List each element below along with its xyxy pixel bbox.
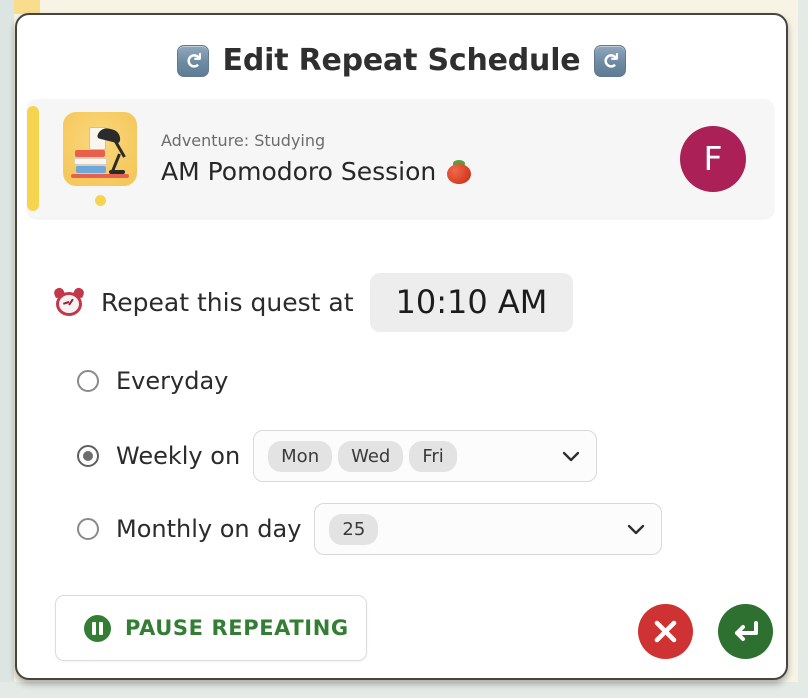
tomato-icon [446,159,472,184]
quest-adventure-label: Adventure: Studying [161,131,326,150]
page-bottom-gutter [0,682,808,698]
chevron-down-icon[interactable] [560,445,582,467]
radio-everyday[interactable] [77,370,99,392]
lamp-base-shape [109,169,125,174]
book-white-shape [74,157,107,165]
quest-status-dot [94,194,106,206]
weekly-days-select[interactable]: Mon Wed Fri [253,430,598,482]
option-row-everyday[interactable]: Everyday [77,367,228,395]
option-label-everyday: Everyday [116,367,229,395]
chip-day: Wed [338,440,404,472]
confirm-button[interactable] [718,604,773,659]
shelf-shape [71,173,129,178]
pause-circle-icon [84,614,111,642]
chip-day: Fri [409,440,457,472]
pause-repeating-label: PAUSE REPEATING [125,616,349,640]
desk-lamp-books-icon [63,111,137,186]
pause-repeating-button[interactable]: PAUSE REPEATING [55,595,367,661]
option-row-monthly[interactable]: Monthly on day 25 [77,503,663,555]
page-title: Edit Repeat Schedule [222,43,581,78]
monthly-day-chips: 25 [329,513,617,545]
option-label-weekly: Weekly on [116,442,241,470]
alarm-clock-icon [52,286,86,318]
quest-title-row: AM Pomodoro Session [161,157,680,186]
dialog-header: Edit Repeat Schedule [17,43,786,78]
quest-summary-card[interactable]: Adventure: Studying AM Pomodoro Session … [27,99,774,218]
page-left-accent-strip [14,0,40,14]
repeat-icon-left [176,44,209,77]
book-red-shape [75,149,105,157]
avatar[interactable]: F [680,125,746,192]
monthly-day-select[interactable]: 25 [314,503,663,555]
tomato-body-shape [447,163,472,184]
page-left-gutter [0,0,14,698]
chip-day: Mon [268,440,333,472]
quest-text-block: Adventure: Studying AM Pomodoro Session [161,131,680,186]
option-row-weekly[interactable]: Weekly on Mon Wed Fri [77,430,598,482]
radio-weekly[interactable] [77,445,99,467]
page-right-gutter [798,0,808,698]
quest-accent-bar [27,106,39,211]
book-blue-shape [76,165,106,173]
repeat-time-input[interactable]: 10:10 AM [369,273,574,332]
chevron-down-icon[interactable] [625,518,647,540]
quest-title-label: AM Pomodoro Session [161,157,437,186]
repeat-time-row: Repeat this quest at 10:10 AM [52,273,574,332]
edit-repeat-schedule-dialog: Edit Repeat Schedule Adventure: Studying… [15,13,788,680]
enter-return-icon [735,621,758,641]
repeat-time-label: Repeat this quest at [101,287,354,317]
close-icon [654,620,677,643]
chip-day-of-month: 25 [329,513,379,545]
quest-thumbnail-wrap [61,111,139,206]
weekly-days-chips: Mon Wed Fri [268,440,552,472]
repeat-icon-right [594,44,627,77]
cancel-button[interactable] [638,604,693,659]
option-label-monthly: Monthly on day [116,515,302,543]
radio-monthly[interactable] [77,518,99,540]
